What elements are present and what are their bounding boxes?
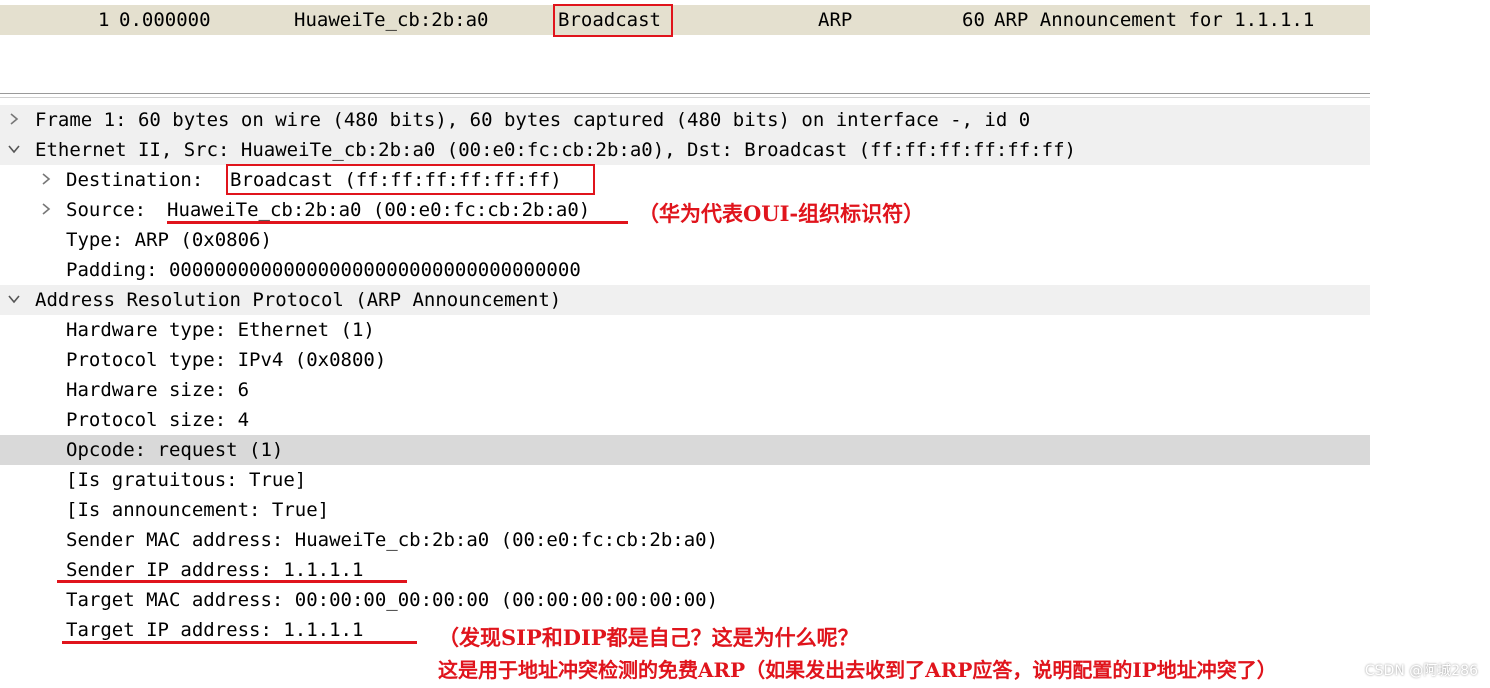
sender-ip: Sender IP address: 1.1.1.1 xyxy=(66,559,364,581)
packet-protocol: ARP xyxy=(818,9,853,31)
oui-annotation: （华为代表OUI-组织标识符） xyxy=(638,201,925,226)
chevron-right-icon[interactable] xyxy=(38,171,54,187)
hw-size: Hardware size: 6 xyxy=(66,379,250,401)
tree-row-ethernet[interactable]: Ethernet II, Src: HuaweiTe_cb:2b:a0 (00:… xyxy=(0,135,1370,165)
frame-summary: Frame 1: 60 bytes on wire (480 bits), 60… xyxy=(35,109,1031,131)
eth-source-label: Source: xyxy=(66,199,158,221)
tree-row-is-announcement[interactable]: [Is announcement: True] xyxy=(0,495,1370,525)
proto-type: Protocol type: IPv4 (0x0800) xyxy=(66,349,387,371)
eth-padding: Padding: 0000000000000000000000000000000… xyxy=(66,259,581,281)
chevron-right-icon[interactable] xyxy=(38,201,54,217)
packet-info: ARP Announcement for 1.1.1.1 xyxy=(994,9,1315,31)
sender-mac: Sender MAC address: HuaweiTe_cb:2b:a0 (0… xyxy=(66,529,719,551)
pane-separator[interactable] xyxy=(0,93,1370,98)
target-mac: Target MAC address: 00:00:00_00:00:00 (0… xyxy=(66,589,719,611)
tree-row-eth-padding[interactable]: Padding: 0000000000000000000000000000000… xyxy=(0,255,1370,285)
packet-time: 0.000000 xyxy=(119,9,211,31)
is-gratuitous: [Is gratuitous: True] xyxy=(66,469,307,491)
eth-source-value: HuaweiTe_cb:2b:a0 (00:e0:fc:cb:2b:a0) xyxy=(167,199,591,221)
ethernet-summary: Ethernet II, Src: HuaweiTe_cb:2b:a0 (00:… xyxy=(35,139,1076,161)
opcode: Opcode: request (1) xyxy=(66,439,284,461)
sip-dip-annotation: （发现SIP和DIP都是自己？这是为什么呢？ xyxy=(438,625,859,650)
packet-length: 60 xyxy=(962,9,985,31)
tree-row-proto-size[interactable]: Protocol size: 4 xyxy=(0,405,1370,435)
packet-list-row[interactable]: 1 0.000000 HuaweiTe_cb:2b:a0 Broadcast A… xyxy=(0,5,1370,35)
hw-type: Hardware type: Ethernet (1) xyxy=(66,319,375,341)
proto-size: Protocol size: 4 xyxy=(66,409,250,431)
eth-type: Type: ARP (0x0806) xyxy=(66,229,272,251)
tree-row-opcode[interactable]: Opcode: request (1) xyxy=(0,435,1370,465)
broadcast-highlight-box xyxy=(226,164,595,195)
tree-row-is-gratuitous[interactable]: [Is gratuitous: True] xyxy=(0,465,1370,495)
tree-row-sender-mac[interactable]: Sender MAC address: HuaweiTe_cb:2b:a0 (0… xyxy=(0,525,1370,555)
chevron-down-icon[interactable] xyxy=(6,141,22,157)
arp-summary: Address Resolution Protocol (ARP Announc… xyxy=(35,289,562,311)
chevron-down-icon[interactable] xyxy=(6,291,22,307)
tree-row-eth-type[interactable]: Type: ARP (0x0806) xyxy=(0,225,1370,255)
tree-row-target-mac[interactable]: Target MAC address: 00:00:00_00:00:00 (0… xyxy=(0,585,1370,615)
tree-row-proto-type[interactable]: Protocol type: IPv4 (0x0800) xyxy=(0,345,1370,375)
tree-row-hw-type[interactable]: Hardware type: Ethernet (1) xyxy=(0,315,1370,345)
destination-highlight-box xyxy=(553,4,673,37)
tree-row-hw-size[interactable]: Hardware size: 6 xyxy=(0,375,1370,405)
packet-source: HuaweiTe_cb:2b:a0 xyxy=(294,9,489,31)
is-announcement: [Is announcement: True] xyxy=(66,499,330,521)
packet-number: 1 xyxy=(98,9,110,31)
tree-row-arp[interactable]: Address Resolution Protocol (ARP Announc… xyxy=(0,285,1370,315)
source-underline xyxy=(167,221,628,224)
target-ip-underline xyxy=(62,641,417,644)
target-ip: Target IP address: 1.1.1.1 xyxy=(66,619,364,641)
tree-row-frame[interactable]: Frame 1: 60 bytes on wire (480 bits), 60… xyxy=(0,105,1370,135)
sender-ip-underline xyxy=(57,580,407,583)
tree-row-eth-destination[interactable]: Destination: Broadcast (ff:ff:ff:ff:ff:f… xyxy=(0,165,1370,195)
chevron-right-icon[interactable] xyxy=(6,111,22,127)
watermark: CSDN @阿城286 xyxy=(1364,663,1478,679)
gratuitous-arp-annotation: 这是用于地址冲突检测的免费ARP（如果发出去收到了ARP应答，说明配置的IP地址… xyxy=(438,658,1277,682)
eth-destination-label: Destination: xyxy=(66,169,215,191)
